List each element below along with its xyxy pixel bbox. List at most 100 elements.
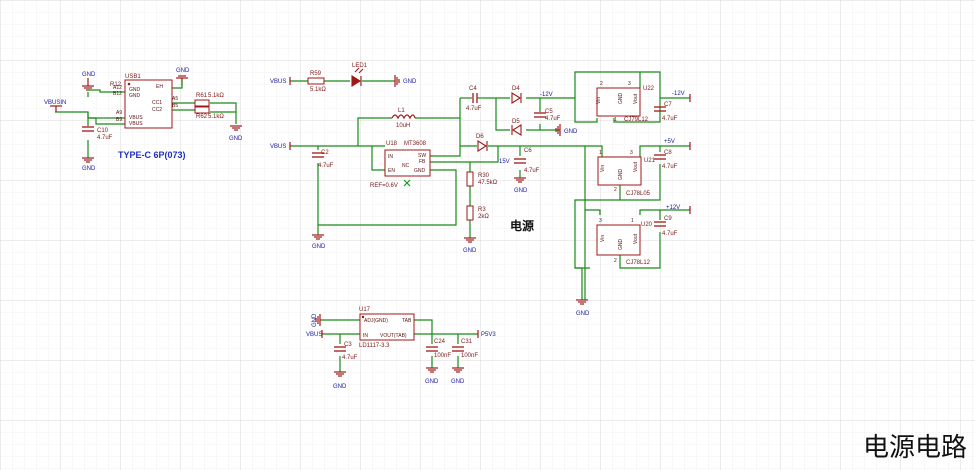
usb-pin-cc2: CC2 — [152, 107, 162, 113]
vbus-net-label: VBUS — [270, 144, 286, 150]
resistor-r61[interactable] — [194, 99, 210, 107]
u21-part: CJ78L05 — [626, 191, 651, 197]
u18-part: MT3608 — [404, 141, 427, 147]
r12-ref: R12 — [110, 82, 122, 88]
usb-pinnum-a5: A5 — [172, 96, 178, 102]
m12v-out-label: -12V — [672, 91, 685, 97]
u18-pin-in: IN — [388, 154, 393, 160]
c2-value: 4.7uF — [318, 163, 334, 169]
usb-pin-cc1: CC1 — [152, 100, 162, 106]
v15-net-label: 15V — [499, 159, 510, 165]
led-ref: LED1 — [352, 63, 368, 69]
u17-part: LD1117-3.3 — [359, 343, 390, 349]
r30-ref: R30 — [478, 173, 490, 179]
c31-value: 100nF — [461, 353, 478, 359]
usb-pin-vbus2: VBUS — [129, 121, 143, 127]
resistor-r62[interactable] — [194, 106, 210, 114]
usb-pin-eh: EH — [156, 84, 163, 90]
u22-pinnum-1: 1 — [614, 117, 617, 123]
resistor-r30[interactable] — [466, 171, 474, 187]
l1-value: 10uH — [396, 123, 410, 129]
d5-ref: D5 — [512, 119, 520, 125]
c10-value: 4.7uF — [97, 135, 113, 141]
r3-ref: R3 — [478, 207, 486, 213]
vbus-net-label: VBUS — [306, 332, 322, 338]
gnd-net-label: GND — [82, 166, 96, 172]
u21-pin-vout: Vout — [633, 161, 639, 172]
gnd-net-label: GND — [425, 379, 439, 385]
r59-ref: R59 — [310, 71, 322, 77]
u21-pin-vin: Vin — [600, 165, 606, 172]
c4-value: 4.7uF — [466, 106, 482, 112]
u21-pin-gnd: GND — [618, 169, 624, 181]
gnd-net-label: GND — [312, 244, 326, 250]
u20-pin-gnd: GND — [618, 239, 624, 251]
p5v-out-net-label: P5V3 — [481, 332, 496, 338]
u21-pinnum-1: 1 — [599, 150, 602, 156]
gnd-net-label: GND — [576, 311, 590, 317]
u18-note: REF=0.6V — [370, 183, 398, 189]
grid-background — [0, 0, 975, 470]
u21-pinnum-3: 3 — [630, 150, 633, 156]
gnd-net-label: GND — [451, 379, 465, 385]
c4-ref: C4 — [469, 86, 477, 92]
usb-ref: USB1 — [125, 74, 141, 80]
c6-value: 4.7uF — [524, 168, 540, 174]
c31-ref: C31 — [461, 339, 473, 345]
gnd-net-label: GND — [564, 129, 578, 135]
vbus-net-label: VBUS — [270, 79, 286, 85]
r3-value: 2kΩ — [478, 214, 489, 220]
usb-pinnum-b9: B9 — [116, 117, 122, 123]
resistor-r59[interactable] — [307, 77, 325, 85]
c2-ref: C2 — [321, 150, 329, 156]
u18-pin-nc: NC — [402, 163, 410, 169]
usb-pinnum-b5: B5 — [172, 103, 178, 109]
r61-ref: R61 — [196, 93, 208, 99]
u17-pin-in: IN — [363, 333, 368, 339]
r59-value: 5.1kΩ — [310, 87, 326, 93]
u20-pin-vout: Vout — [633, 233, 639, 244]
usb-pinnum-b12: B12 — [113, 91, 122, 97]
section-label: 电源 — [510, 218, 534, 233]
page-title: 电源电路 — [862, 433, 967, 463]
gnd-net-label: GND — [463, 248, 477, 254]
u17-pin-tab: TAB — [402, 318, 412, 324]
m12v-net-label: -12V — [540, 92, 553, 98]
u17-pin-adj: ADJ(GND) — [364, 318, 388, 324]
c8-value: 4.7uF — [662, 164, 678, 170]
c24-ref: C24 — [434, 339, 446, 345]
gnd-net-label: GND — [82, 72, 96, 78]
u20-part: CJ78L12 — [626, 260, 651, 266]
c3-value: 4.7uF — [342, 355, 358, 361]
p5v-net-label: +5V — [664, 139, 675, 145]
c5-ref: C5 — [545, 109, 553, 115]
u22-pin-gnd: GND — [618, 93, 624, 105]
u20-pin-vin: Vin — [600, 235, 606, 242]
u20-pinnum-3: 3 — [599, 218, 602, 224]
u17-pin-vout: VOUT(TAB) — [380, 333, 407, 339]
c5-value: 4.7uF — [545, 116, 561, 122]
u22-pin-vout: Vout — [633, 93, 639, 104]
gnd-net-label: GND — [176, 68, 190, 74]
resistor-r3[interactable] — [466, 205, 474, 221]
gnd-net-label: GND — [514, 188, 528, 194]
u18-ref: U18 — [386, 141, 398, 147]
usb-pinnum-a9: A9 — [116, 110, 122, 116]
r62-value: 5.1kΩ — [208, 114, 224, 120]
c3-ref: C3 — [344, 342, 352, 348]
d4-ref: D4 — [512, 86, 520, 92]
u20-pinnum-1: 1 — [631, 218, 634, 224]
u18-pin-en: EN — [388, 168, 395, 174]
u18-pin-gnd: GND — [414, 168, 426, 174]
r62-ref: R62 — [196, 114, 208, 120]
r61-value: 5.1kΩ — [208, 93, 224, 99]
u20-ref: U20 — [641, 222, 653, 228]
c9-value: 4.7uF — [662, 231, 678, 237]
c9-ref: C9 — [664, 216, 672, 222]
u18-pin-fb: FB — [419, 159, 426, 165]
u22-part: CJ79L12 — [624, 117, 649, 123]
connector-label: TYPE-C 6P(073) — [118, 150, 186, 160]
r30-value: 47.5kΩ — [478, 180, 498, 186]
c24-value: 100nF — [434, 353, 451, 359]
gnd-net-label: GND — [312, 313, 318, 327]
